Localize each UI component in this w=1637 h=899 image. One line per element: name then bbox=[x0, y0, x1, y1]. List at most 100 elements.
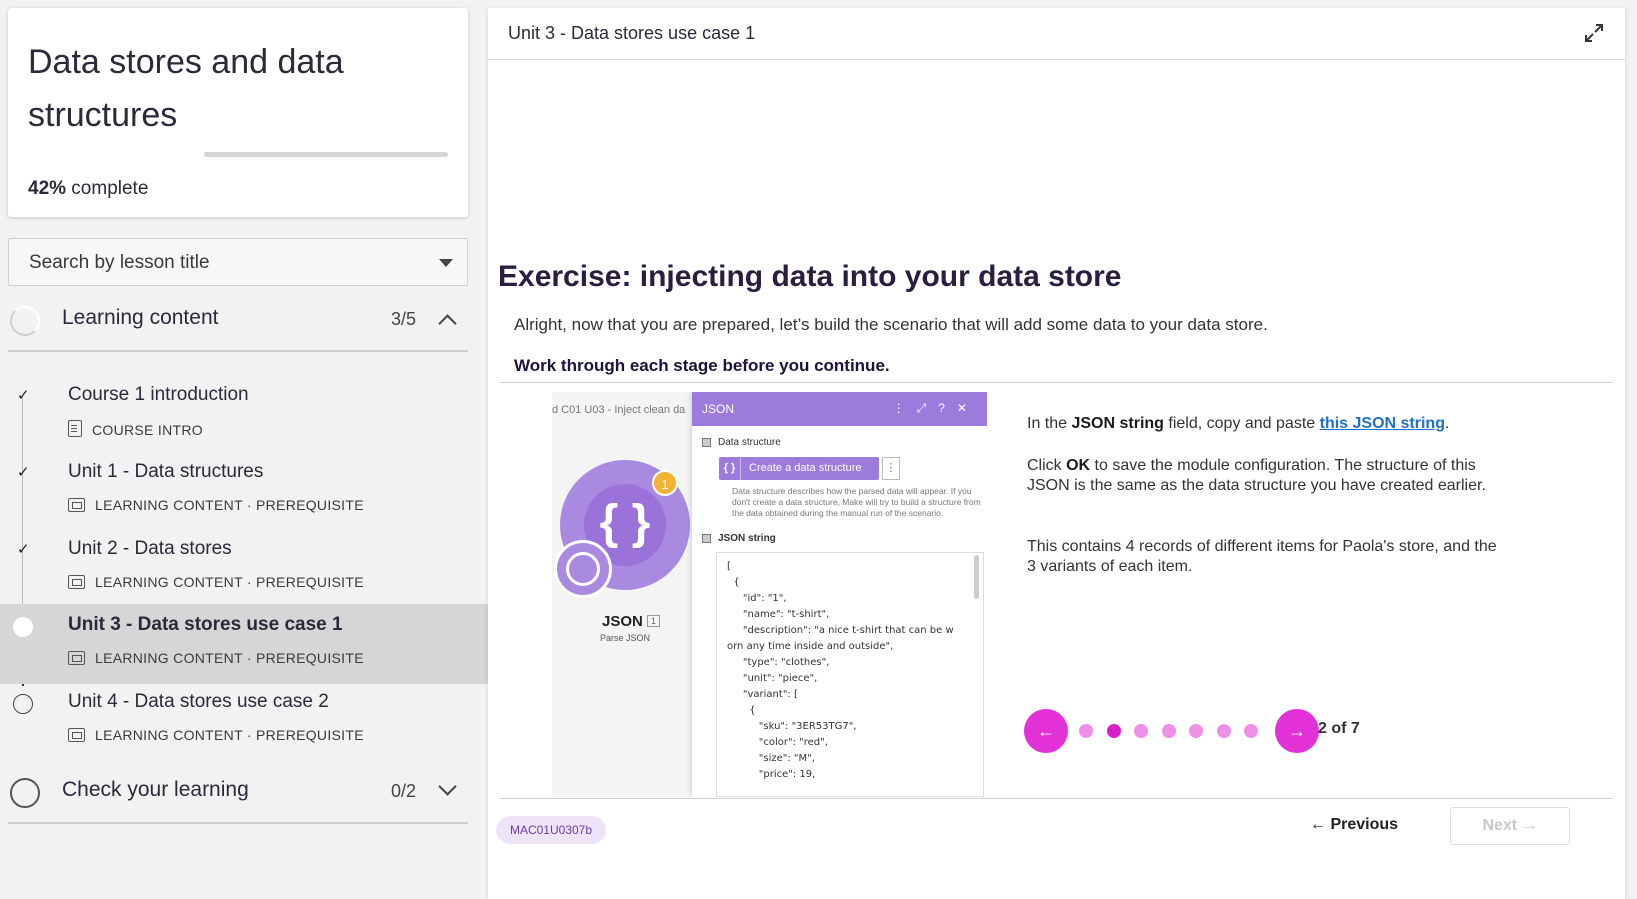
lesson-meta-text: LEARNING CONTENT · PREREQUISITE bbox=[95, 497, 364, 513]
code-scrollbar bbox=[974, 555, 979, 599]
course-progress-fill bbox=[204, 152, 307, 157]
lesson-meta-text: LEARNING CONTENT · PREREQUISITE bbox=[95, 574, 364, 590]
module-number: 1 bbox=[647, 615, 661, 627]
lesson-item[interactable]: ✓ Unit 1 - Data structures LEARNING CONT… bbox=[0, 451, 488, 531]
search-placeholder: Search by lesson title bbox=[29, 252, 210, 273]
chevron-down-icon[interactable] bbox=[438, 777, 457, 796]
dialog-header: JSON ⋮⤢?✕ bbox=[692, 392, 987, 426]
carousel-count: 2 of 7 bbox=[1318, 720, 1360, 737]
scenario-caption: d C01 U03 - Inject clean da bbox=[552, 404, 686, 416]
section-check-your-learning[interactable]: Check your learning 0/2 bbox=[8, 760, 468, 824]
previous-button[interactable]: ← Previous bbox=[1310, 816, 1398, 834]
data-structure-hint: Data structure describes how the parsed … bbox=[732, 486, 981, 518]
carousel-dot[interactable] bbox=[1244, 724, 1258, 738]
section-label: Check your learning bbox=[62, 778, 249, 801]
progress-text: 42% complete bbox=[28, 178, 148, 200]
next-button[interactable]: Next → bbox=[1450, 807, 1570, 845]
progress-percent: 42% bbox=[28, 178, 67, 199]
module-name-text: JSON bbox=[602, 613, 643, 630]
slides-icon bbox=[68, 575, 85, 589]
carousel-dot[interactable] bbox=[1189, 724, 1203, 738]
expand-icon[interactable] bbox=[1583, 22, 1605, 44]
module-badge: 1 bbox=[652, 470, 678, 496]
json-string-link[interactable]: this JSON string bbox=[1320, 415, 1445, 432]
module-name: JSON 1 bbox=[602, 613, 661, 630]
check-icon: ✓ bbox=[17, 541, 30, 558]
step-text-bold: OK bbox=[1066, 457, 1091, 474]
section-count: 0/2 bbox=[390, 781, 416, 801]
carousel-dot[interactable] bbox=[1161, 724, 1176, 738]
data-structure-label: Data structure bbox=[718, 437, 781, 448]
step-paragraph-1: In the JSON string field, copy and paste… bbox=[1027, 414, 1527, 434]
clock-face-icon bbox=[566, 552, 600, 586]
step-text-bold: JSON string bbox=[1071, 415, 1164, 432]
course-sidebar: Data stores and data structures 42% comp… bbox=[0, 0, 488, 899]
step-text-part: Click bbox=[1027, 457, 1067, 474]
current-lesson-dot-icon bbox=[13, 617, 33, 637]
lesson-content-panel: Unit 3 - Data stores use case 1 Exercise… bbox=[488, 8, 1625, 899]
exercise-intro: Alright, now that you are prepared, let’… bbox=[514, 315, 1268, 334]
step-text-part: field, copy and paste bbox=[1163, 415, 1320, 432]
lesson-item[interactable]: Unit 4 - Data stores use case 2 LEARNING… bbox=[0, 681, 488, 761]
step-text-part: In the bbox=[1027, 415, 1072, 432]
checkbox-icon bbox=[702, 438, 711, 447]
check-icon: ✓ bbox=[17, 387, 30, 404]
checkbox-icon bbox=[702, 534, 711, 543]
arrow-right-icon: → bbox=[1288, 721, 1306, 741]
carousel-dot[interactable] bbox=[1106, 724, 1121, 738]
chevron-up-icon[interactable] bbox=[438, 314, 457, 333]
lesson-title: Course 1 introduction bbox=[68, 384, 249, 405]
lesson-item-current[interactable]: Unit 3 - Data stores use case 1 LEARNING… bbox=[0, 604, 488, 684]
lesson-meta: LEARNING CONTENT · PREREQUISITE bbox=[68, 497, 364, 513]
lesson-meta: LEARNING CONTENT · PREREQUISITE bbox=[68, 727, 364, 743]
braces-icon: { } bbox=[719, 457, 741, 480]
lesson-title: Unit 2 - Data stores bbox=[68, 538, 232, 559]
exercise-instruction: Work through each stage before you conti… bbox=[514, 356, 890, 375]
dialog-actions-icons: ⋮⤢?✕ bbox=[892, 401, 979, 415]
lesson-item[interactable]: ✓ Course 1 introduction COURSE INTRO bbox=[0, 374, 488, 454]
step-text-part: . bbox=[1444, 415, 1450, 432]
carousel-next-button[interactable]: → bbox=[1275, 709, 1319, 753]
course-title: Data stores and data structures bbox=[28, 43, 344, 134]
create-button-label: Create a data structure bbox=[749, 462, 862, 474]
lesson-meta: LEARNING CONTENT · PREREQUISITE bbox=[68, 574, 364, 590]
slides-icon bbox=[68, 498, 85, 512]
step-screenshot: d C01 U03 - Inject clean da { } 1 JSON 1… bbox=[552, 392, 987, 797]
exercise-title: Exercise: injecting data into your data … bbox=[498, 260, 1122, 293]
slides-icon bbox=[68, 651, 85, 665]
section-progress-ring-icon bbox=[10, 778, 40, 808]
lesson-meta-text: COURSE INTRO bbox=[92, 422, 203, 438]
json-code-text: [ { "id": "1", "name": "t-shirt", "descr… bbox=[727, 561, 954, 780]
lesson-meta-text: LEARNING CONTENT · PREREQUISITE bbox=[95, 727, 364, 743]
carousel-dot[interactable] bbox=[1079, 724, 1093, 738]
section-progress-ring-icon bbox=[10, 306, 40, 336]
carousel-dot[interactable] bbox=[1134, 724, 1148, 738]
lesson-item[interactable]: ✓ Unit 2 - Data stores LEARNING CONTENT … bbox=[0, 528, 488, 608]
section-count: 3/5 bbox=[390, 309, 416, 329]
lesson-header: Unit 3 - Data stores use case 1 bbox=[488, 8, 1625, 60]
more-options-icon: ⋮ bbox=[882, 457, 900, 480]
carousel-dot[interactable] bbox=[1216, 724, 1231, 738]
create-data-structure-button: { } Create a data structure bbox=[719, 457, 879, 480]
lesson-title: Unit 4 - Data stores use case 2 bbox=[68, 691, 329, 712]
step-text-part: to save the module configuration. The st… bbox=[1027, 457, 1486, 494]
slides-icon bbox=[68, 728, 85, 742]
arrow-left-icon: ← bbox=[1037, 721, 1055, 741]
lesson-title: Unit 3 - Data stores use case 1 bbox=[68, 614, 343, 635]
dialog-title: JSON bbox=[702, 402, 735, 416]
json-string-label: JSON string bbox=[718, 533, 776, 544]
lesson-meta-text: LEARNING CONTENT · PREREQUISITE bbox=[95, 650, 364, 666]
course-progress-bar bbox=[204, 152, 448, 157]
carousel-prev-button[interactable]: ← bbox=[1024, 709, 1068, 753]
not-started-ring-icon bbox=[13, 694, 33, 714]
section-label: Learning content bbox=[62, 306, 219, 329]
divider bbox=[500, 382, 1613, 383]
divider bbox=[500, 798, 1613, 799]
progress-suffix: complete bbox=[66, 178, 149, 199]
check-icon: ✓ bbox=[17, 464, 30, 481]
step-paragraph-3: This contains 4 records of different ite… bbox=[1027, 538, 1497, 575]
caret-down-icon bbox=[439, 259, 453, 267]
clock-icon bbox=[554, 540, 612, 598]
section-learning-content[interactable]: Learning content 3/5 bbox=[8, 288, 468, 352]
lesson-search-select[interactable]: Search by lesson title bbox=[8, 238, 468, 286]
